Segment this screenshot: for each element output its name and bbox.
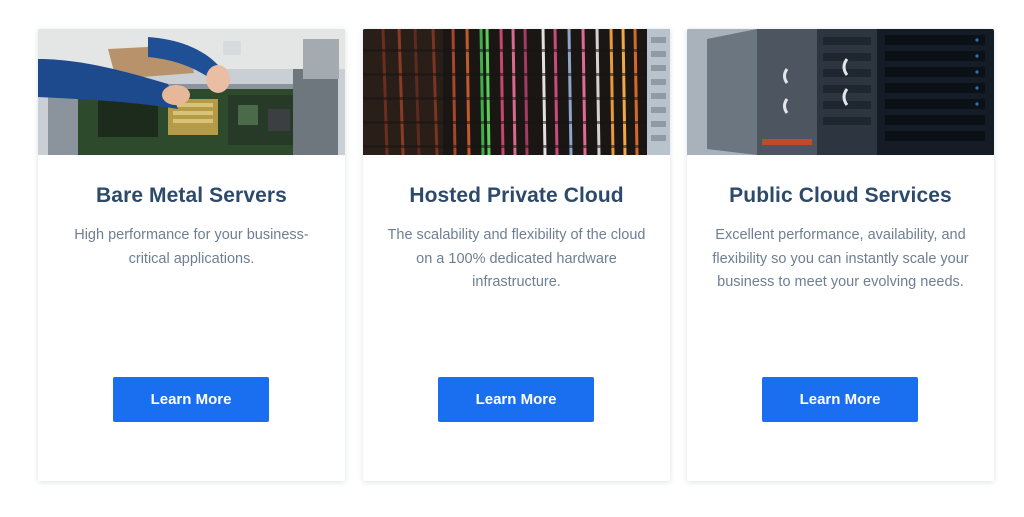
card-title: Bare Metal Servers bbox=[96, 184, 287, 207]
card-description: Excellent performance, availability, and… bbox=[712, 227, 969, 290]
learn-more-button[interactable]: Learn More bbox=[438, 377, 594, 422]
learn-more-button[interactable]: Learn More bbox=[762, 377, 918, 422]
card-description: The scalability and flexibility of the c… bbox=[387, 227, 646, 290]
card-title: Hosted Private Cloud bbox=[409, 184, 624, 207]
datacenter-cabling-image bbox=[363, 29, 670, 155]
learn-more-button[interactable]: Learn More bbox=[113, 377, 269, 422]
card-title: Public Cloud Services bbox=[729, 184, 952, 207]
card-bare-metal-servers: Bare Metal Servers High performance for … bbox=[38, 29, 345, 481]
service-cards: Bare Metal Servers High performance for … bbox=[0, 0, 1024, 517]
bare-metal-hardware-image bbox=[38, 29, 345, 155]
server-rack-aisle-image bbox=[687, 29, 994, 155]
card-description: High performance for your business-criti… bbox=[74, 227, 309, 267]
card-hosted-private-cloud: Hosted Private Cloud The scalability and… bbox=[363, 29, 670, 481]
card-public-cloud-services: Public Cloud Services Excellent performa… bbox=[687, 29, 994, 481]
